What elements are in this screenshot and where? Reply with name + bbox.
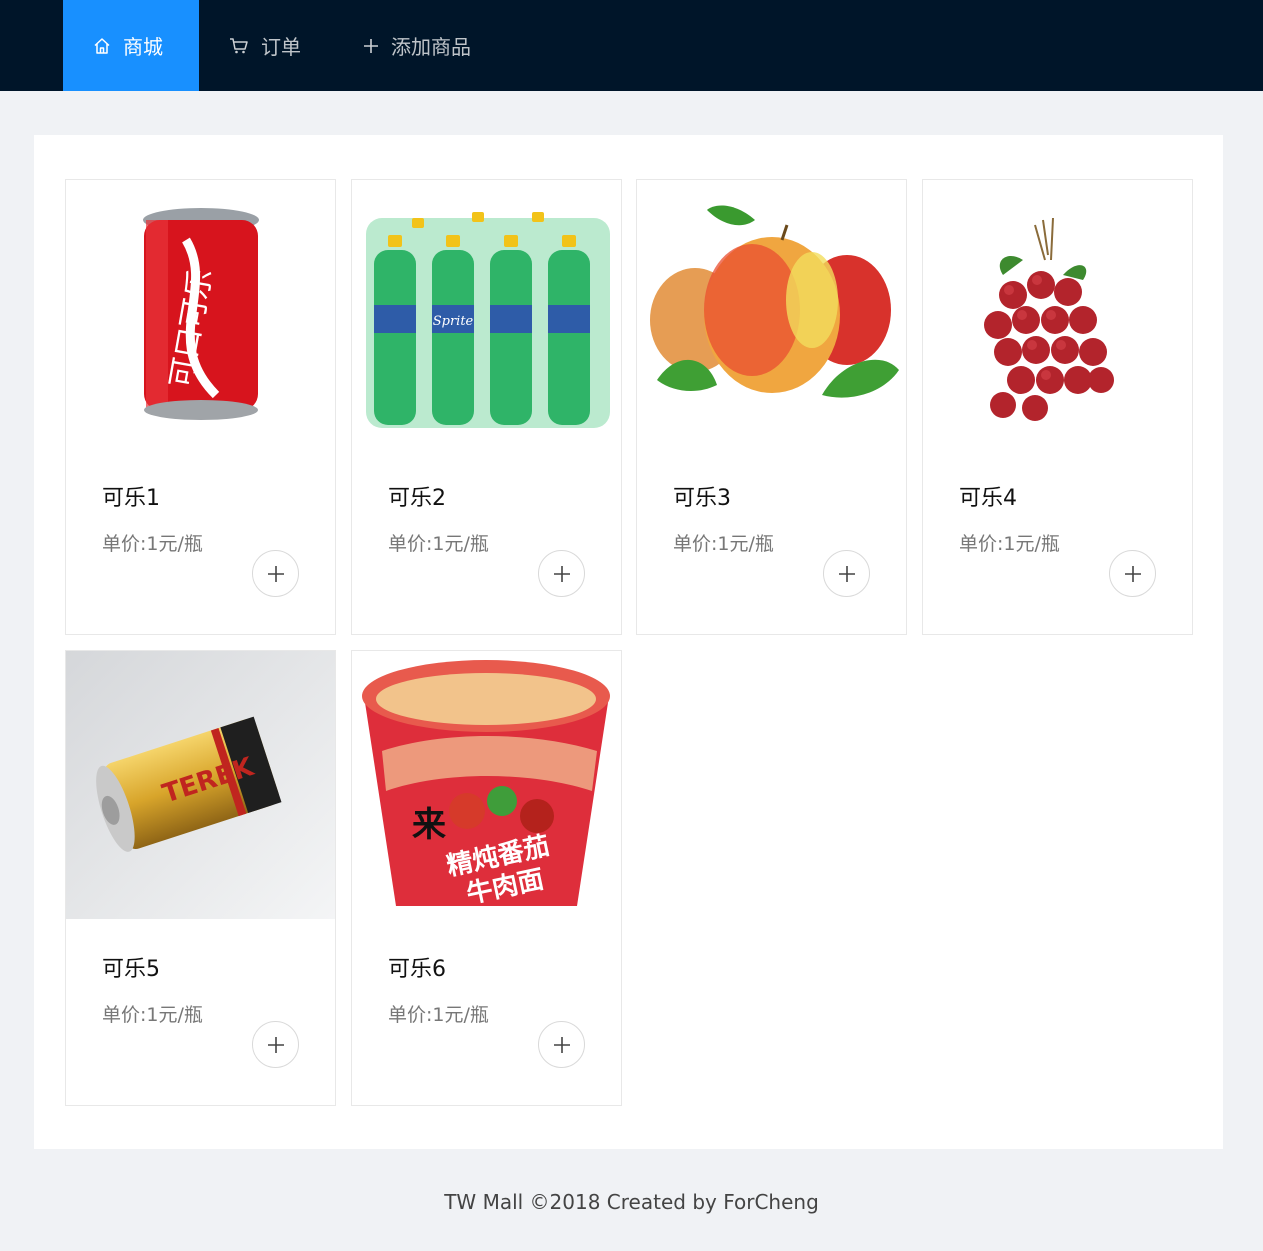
product-price: 单价:1元/瓶 [388,1004,489,1026]
product-name: 可乐2 [388,486,446,511]
nav-item-mall[interactable]: 商城 [63,0,199,91]
add-to-cart-button[interactable] [538,1021,585,1068]
plus-icon [838,565,855,582]
add-to-cart-button[interactable] [252,1021,299,1068]
product-card[interactable]: 可口可乐 可乐1 单价:1元/瓶 [65,179,336,635]
product-name: 可乐5 [102,957,160,982]
add-to-cart-button[interactable] [252,550,299,597]
product-name: 可乐4 [959,486,1017,511]
product-card[interactable]: 可乐4 单价:1元/瓶 [922,179,1193,635]
add-to-cart-button[interactable] [1109,550,1156,597]
product-image [923,180,1192,448]
product-image: 可口可乐 [66,180,335,448]
nav-item-label: 商城 [123,35,163,59]
product-price: 单价:1元/瓶 [959,533,1060,555]
home-icon [93,37,111,55]
nav-item-add-product[interactable]: 添加商品 [335,0,495,91]
add-to-cart-button[interactable] [823,550,870,597]
main-menu: 商城 订单 添加商品 [63,0,495,91]
nav-item-label: 添加商品 [391,35,471,59]
product-image: TEREK [66,651,335,919]
plus-icon [267,1036,284,1053]
product-image [637,180,906,448]
product-card[interactable]: TEREK 可乐5 单价:1元/瓶 [65,650,336,1106]
plus-icon [1124,565,1141,582]
svg-text:Sprite: Sprite [433,314,474,329]
product-price: 单价:1元/瓶 [102,533,203,555]
product-image: Sprite [352,180,621,448]
product-grid: 可口可乐 可乐1 单价:1元/瓶 Sprite 可乐2 单价:1元/瓶 可乐3 … [34,135,1223,1149]
product-name: 可乐3 [673,486,731,511]
product-card[interactable]: 来 精炖番茄 牛肉面 可乐6 单价:1元/瓶 [351,650,622,1106]
svg-text:来: 来 [412,805,446,845]
product-price: 单价:1元/瓶 [102,1004,203,1026]
top-nav-bar: 商城 订单 添加商品 [0,0,1263,91]
footer-text: TW Mall ©2018 Created by ForCheng [444,1190,819,1214]
product-name: 可乐6 [388,957,446,982]
add-to-cart-button[interactable] [538,550,585,597]
cart-icon [229,37,249,55]
product-price: 单价:1元/瓶 [388,533,489,555]
plus-icon [267,565,284,582]
product-card[interactable]: 可乐3 单价:1元/瓶 [636,179,907,635]
product-card[interactable]: Sprite 可乐2 单价:1元/瓶 [351,179,622,635]
plus-icon [553,1036,570,1053]
product-image: 来 精炖番茄 牛肉面 [352,651,621,919]
product-price: 单价:1元/瓶 [673,533,774,555]
nav-item-orders[interactable]: 订单 [199,0,335,91]
nav-item-label: 订单 [261,35,301,59]
plus-icon [553,565,570,582]
plus-icon [363,38,379,54]
product-name: 可乐1 [102,486,160,511]
